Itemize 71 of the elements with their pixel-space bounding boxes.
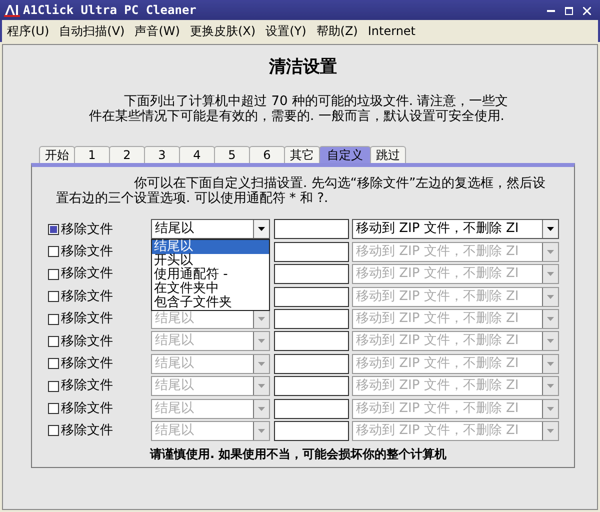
dropdown-arrow-icon	[258, 362, 265, 366]
dropdown-arrow-icon	[258, 317, 265, 321]
maximize-icon	[565, 6, 573, 15]
window-title: A1Click Ultra PC Cleaner	[23, 2, 196, 18]
pattern-field[interactable]	[274, 331, 349, 352]
checkbox-label: 移除文件	[61, 311, 113, 327]
warning-text: 请谨慎使用. 如果使用不当，可能会损坏你的整个计算机	[150, 447, 448, 462]
dropdown-option[interactable]: 使用通配符 -	[152, 268, 269, 282]
app-logo-icon	[4, 3, 20, 17]
menu-item[interactable]: 程序(U)	[5, 24, 52, 38]
pattern-field[interactable]	[274, 309, 349, 329]
action-dropdown[interactable]: 移动到 ZIP 文件，不删除 ZI	[352, 219, 559, 240]
checkbox-label: 移除文件	[61, 400, 113, 416]
dropdown-arrow-icon	[258, 384, 265, 388]
dropdown-arrow-icon	[547, 384, 554, 388]
checkbox-label: 移除文件	[61, 334, 113, 350]
dropdown-arrow-icon	[258, 227, 265, 232]
dropdown-arrow-icon	[547, 294, 554, 299]
checkbox-label: 移除文件	[61, 378, 113, 394]
menu-item[interactable]: 声音(W)	[132, 24, 182, 38]
dropdown-arrow-icon	[547, 406, 554, 411]
dropdown-option[interactable]: 开头以	[152, 254, 269, 268]
menu-item[interactable]: Internet	[366, 24, 418, 38]
checkbox-label: 移除文件	[61, 356, 113, 372]
menu-item[interactable]: 更换皮肤(X)	[188, 24, 258, 38]
checkbox-label: 移除文件	[61, 244, 113, 260]
pattern-field[interactable]	[274, 420, 349, 441]
dropdown-arrow-icon	[547, 227, 554, 232]
checkbox-label: 移除文件	[61, 423, 113, 439]
dropdown-arrow-icon	[547, 362, 554, 366]
dropdown-arrow-icon	[547, 317, 554, 321]
panel-instructions: 你可以在下面自定义扫描设置. 先勾选“移除文件”左边的复选框，然后设置右边的三个设置选项. 可以使用通配符 * 和 ?.	[55, 177, 547, 208]
dropdown-arrow-icon	[547, 339, 554, 344]
intro-paragraph: 下面列出了计算机中超过 70 种的可能的垃圾文件. 请注意，一些文件在某些情况下可能是有效的，需要的. 一般而言，默认设置可安全使用.	[89, 95, 510, 124]
tab[interactable]: 跳过	[370, 146, 406, 164]
pattern-field[interactable]	[274, 286, 349, 307]
dropdown-arrow-icon	[547, 428, 554, 433]
dropdown-option[interactable]: 包含子文件夹	[152, 296, 269, 310]
dropdown-option[interactable]: 在文件夹中	[152, 282, 269, 296]
pattern-field[interactable]	[274, 264, 349, 284]
tab[interactable]: 开始	[39, 146, 75, 164]
tab[interactable]: 2	[109, 146, 145, 164]
tab[interactable]: 3	[144, 146, 180, 164]
tab[interactable]: 自定义	[319, 146, 371, 164]
dropdown-option[interactable]: 结尾以	[152, 240, 269, 254]
dropdown-arrow-icon	[258, 428, 265, 433]
pattern-field[interactable]	[274, 398, 349, 419]
tab[interactable]: 1	[74, 146, 110, 164]
checkbox-label: 移除文件	[61, 222, 113, 238]
checkbox-label: 移除文件	[61, 288, 113, 304]
pattern-field[interactable]	[274, 242, 349, 262]
pattern-field[interactable]	[274, 354, 349, 374]
close-icon	[583, 6, 591, 15]
tab[interactable]: 4	[179, 146, 215, 164]
menu-item[interactable]: 自动扫描(V)	[57, 24, 127, 38]
dropdown-arrow-icon	[547, 272, 554, 276]
tab[interactable]: 5	[214, 146, 250, 164]
pattern-field[interactable]	[274, 376, 349, 396]
checkbox[interactable]	[48, 224, 59, 235]
checkbox-label: 移除文件	[61, 266, 113, 282]
menu-item[interactable]: 帮助(Z)	[314, 24, 360, 38]
page-heading: 清洁设置	[268, 57, 338, 78]
dropdown-arrow-icon	[547, 250, 554, 254]
dropdown-arrow-icon	[258, 339, 265, 344]
match-dropdown[interactable]: 结尾以	[151, 219, 270, 240]
pattern-field[interactable]	[274, 219, 349, 240]
menu-item[interactable]: 设置(Y)	[264, 24, 308, 38]
tab[interactable]: 其它	[284, 146, 320, 164]
tab[interactable]: 6	[249, 146, 285, 164]
dropdown-arrow-icon	[258, 406, 265, 411]
minimize-icon	[547, 10, 555, 12]
